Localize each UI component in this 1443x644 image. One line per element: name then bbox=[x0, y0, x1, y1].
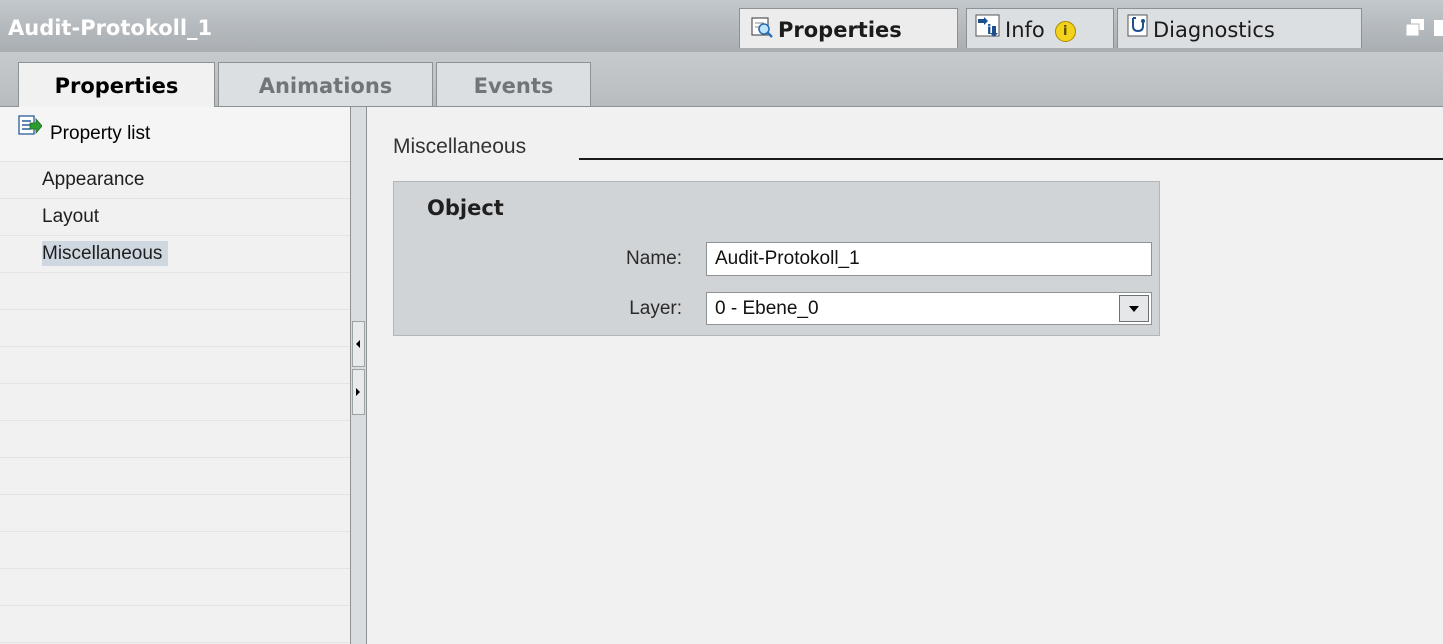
list-item-empty bbox=[0, 569, 350, 606]
chevron-right-icon bbox=[356, 388, 360, 396]
side-collapse-icon[interactable] bbox=[1432, 18, 1443, 38]
chevron-down-icon bbox=[1129, 306, 1139, 312]
property-list-panel: Property list Appearance Layout Miscella… bbox=[0, 107, 350, 644]
title-bar: Audit-Protokoll_1 Properties i Info i Di… bbox=[0, 0, 1443, 52]
list-item-empty bbox=[0, 458, 350, 495]
tab-inspector-properties-label: Properties bbox=[778, 18, 902, 42]
tab-inspector-info-label: Info bbox=[1005, 18, 1045, 42]
list-item-layout[interactable]: Layout bbox=[0, 199, 350, 236]
chevron-left-icon bbox=[356, 340, 360, 348]
magnifier-properties-icon bbox=[750, 10, 774, 52]
layer-select[interactable]: 0 - Ebene_0 bbox=[706, 292, 1152, 325]
object-group: Object Name: Layer: 0 - Ebene_0 bbox=[393, 181, 1160, 336]
tab-events[interactable]: Events bbox=[436, 62, 591, 106]
group-title: Object bbox=[427, 196, 504, 220]
list-item-empty bbox=[0, 273, 350, 310]
info-badge-icon: i bbox=[1054, 20, 1076, 42]
diagnostics-icon bbox=[1127, 10, 1149, 52]
window-title: Audit-Protokoll_1 bbox=[8, 16, 213, 40]
property-list-header[interactable]: Property list bbox=[0, 107, 350, 162]
list-item-label-selected: Miscellaneous bbox=[42, 241, 169, 266]
info-arrow-icon: i bbox=[975, 10, 1001, 52]
property-list-label: Property list bbox=[50, 123, 151, 144]
restore-window-icon[interactable] bbox=[1404, 18, 1426, 38]
list-item-label: Appearance bbox=[42, 169, 145, 190]
tab-properties[interactable]: Properties bbox=[18, 62, 215, 107]
collapse-left-button[interactable] bbox=[352, 321, 365, 367]
panel-splitter[interactable] bbox=[350, 107, 367, 644]
list-item-miscellaneous[interactable]: Miscellaneous bbox=[0, 236, 350, 273]
properties-content: Miscellaneous Object Name: Layer: 0 - Eb… bbox=[367, 107, 1443, 644]
list-item-empty bbox=[0, 532, 350, 569]
list-item-empty bbox=[0, 606, 350, 643]
section-title: Miscellaneous bbox=[393, 135, 527, 158]
tab-inspector-info[interactable]: i Info i bbox=[966, 8, 1114, 48]
list-item-empty bbox=[0, 384, 350, 421]
section-divider bbox=[579, 158, 1443, 160]
properties-tab-row: Properties Animations Events bbox=[0, 52, 1443, 107]
tab-inspector-diagnostics[interactable]: Diagnostics bbox=[1117, 8, 1362, 48]
expand-right-button[interactable] bbox=[352, 369, 365, 415]
layer-dropdown-button[interactable] bbox=[1119, 295, 1149, 322]
list-item-empty bbox=[0, 421, 350, 458]
name-field[interactable] bbox=[706, 242, 1152, 276]
layer-select-value: 0 - Ebene_0 bbox=[715, 298, 819, 319]
tab-inspector-diagnostics-label: Diagnostics bbox=[1153, 18, 1275, 42]
property-list: Appearance Layout Miscellaneous bbox=[0, 162, 350, 643]
list-item-empty bbox=[0, 310, 350, 347]
tab-inspector-properties[interactable]: Properties bbox=[739, 8, 958, 48]
list-item-appearance[interactable]: Appearance bbox=[0, 162, 350, 199]
name-label: Name: bbox=[626, 248, 682, 269]
svg-text:i: i bbox=[987, 23, 991, 38]
list-item-label: Layout bbox=[42, 206, 100, 227]
layer-label: Layer: bbox=[629, 298, 682, 319]
list-item-empty bbox=[0, 347, 350, 384]
list-item-empty bbox=[0, 495, 350, 532]
property-list-icon bbox=[18, 104, 43, 158]
tab-animations[interactable]: Animations bbox=[218, 62, 433, 106]
